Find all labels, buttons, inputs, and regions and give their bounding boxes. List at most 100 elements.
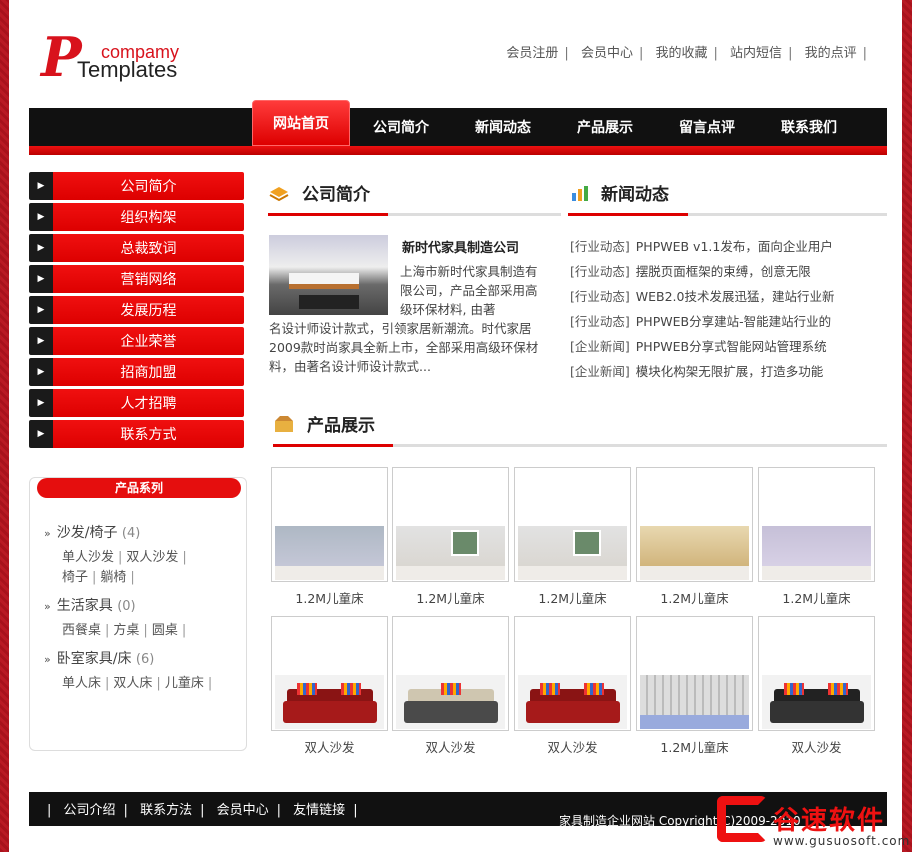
product-card[interactable]: 1.2M儿童床 bbox=[636, 467, 753, 607]
product-card[interactable]: 双人沙发 bbox=[514, 616, 631, 756]
box-icon bbox=[275, 416, 293, 432]
arrow-icon: ▶ bbox=[29, 296, 53, 324]
subcategory-link[interactable]: 方桌 bbox=[113, 623, 139, 638]
subcategory-link[interactable]: 单人沙发 bbox=[62, 550, 114, 565]
product-categories: 产品系列 » 沙发/椅子 (4) 单人沙发 | 双人沙发 | 椅子 | 躺椅 | » 生活家具 … bbox=[29, 477, 247, 751]
news-category: [行业动态] bbox=[570, 264, 630, 279]
logo-mark: P bbox=[41, 25, 82, 89]
nav-home[interactable]: 网站首页 bbox=[252, 100, 350, 146]
product-caption: 1.2M儿童床 bbox=[660, 591, 729, 606]
product-image bbox=[518, 526, 627, 580]
subcategory-link[interactable]: 双人床 bbox=[113, 676, 152, 691]
subcategory-link[interactable]: 儿童床 bbox=[165, 676, 204, 691]
product-card[interactable]: 1.2M儿童床 bbox=[392, 467, 509, 607]
news-item[interactable]: [企业新闻] PHPWEB分享式智能网站管理系统 bbox=[570, 337, 890, 362]
sep: | bbox=[105, 623, 110, 638]
sep: | bbox=[143, 623, 148, 638]
product-card[interactable]: 双人沙发 bbox=[758, 616, 875, 756]
news-category: [行业动态] bbox=[570, 239, 630, 254]
main-nav: 网站首页 公司简介 新闻动态 产品展示 留言点评 联系我们 bbox=[252, 100, 860, 146]
toplink-messages[interactable]: 站内短信 bbox=[730, 46, 782, 61]
news-item[interactable]: [行业动态] 摆脱页面框架的束缚，创意无限 bbox=[570, 262, 890, 287]
product-image bbox=[396, 526, 505, 580]
news-item[interactable]: [行业动态] PHPWEB分享建站-智能建站行业的 bbox=[570, 312, 890, 337]
product-caption: 1.2M儿童床 bbox=[660, 740, 729, 755]
product-image bbox=[275, 675, 384, 729]
sidebar-item-contact[interactable]: ▶ 联系方式 bbox=[29, 420, 244, 448]
sep: | bbox=[276, 803, 282, 818]
product-image bbox=[762, 526, 871, 580]
arrow-icon: ▶ bbox=[29, 265, 53, 293]
category-count: (0) bbox=[117, 599, 136, 614]
watermark-text: 谷速软件 bbox=[773, 806, 886, 836]
sidebar-item-jobs[interactable]: ▶ 人才招聘 bbox=[29, 389, 244, 417]
category-name: 生活家具 bbox=[56, 598, 113, 614]
sep: | bbox=[182, 550, 187, 565]
nav-products[interactable]: 产品展示 bbox=[554, 100, 656, 146]
footer-link-contact[interactable]: 联系方法 bbox=[140, 803, 192, 818]
sidebar-item-honors[interactable]: ▶ 企业荣誉 bbox=[29, 327, 244, 355]
nav-guestbook[interactable]: 留言点评 bbox=[656, 100, 758, 146]
product-card[interactable]: 1.2M儿童床 bbox=[271, 467, 388, 607]
category-name: 卧室家具/床 bbox=[56, 651, 132, 667]
site-logo[interactable]: P compamy Templates bbox=[39, 28, 209, 88]
footer-link-member[interactable]: 会员中心 bbox=[217, 803, 269, 818]
heading-underline bbox=[273, 444, 887, 447]
sidebar-item-structure[interactable]: ▶ 组织构架 bbox=[29, 203, 244, 231]
footer-link-about[interactable]: 公司介绍 bbox=[64, 803, 116, 818]
product-image bbox=[396, 675, 505, 729]
about-title[interactable]: 新时代家具制造公司 bbox=[402, 237, 519, 256]
sidebar-item-label: 招商加盟 bbox=[53, 358, 244, 386]
sidebar-item-history[interactable]: ▶ 发展历程 bbox=[29, 296, 244, 324]
sep: | bbox=[200, 803, 205, 818]
news-title: PHPWEB v1.1发布，面向企业用户 bbox=[635, 239, 833, 254]
category-group[interactable]: » 卧室家具/床 (6) bbox=[44, 648, 154, 668]
nav-news[interactable]: 新闻动态 bbox=[452, 100, 554, 146]
sep: | bbox=[353, 803, 358, 818]
subcategory-link[interactable]: 圆桌 bbox=[152, 623, 178, 638]
top-links: 会员注册 | 会员中心 | 我的收藏 | 站内短信 | 我的点评 | bbox=[498, 42, 867, 61]
toplink-register[interactable]: 会员注册 bbox=[506, 46, 558, 61]
subcategory-link[interactable]: 单人床 bbox=[62, 676, 101, 691]
category-name: 沙发/椅子 bbox=[56, 525, 118, 541]
product-image bbox=[640, 526, 749, 580]
about-heading: 公司简介 bbox=[268, 180, 561, 216]
category-subs: 单人沙发 | 双人沙发 | 椅子 | 躺椅 | bbox=[62, 548, 232, 588]
arrow-icon: ▶ bbox=[29, 234, 53, 262]
sidebar-item-franchise[interactable]: ▶ 招商加盟 bbox=[29, 358, 244, 386]
double-arrow-icon: » bbox=[44, 600, 51, 613]
toplink-favorites[interactable]: 我的收藏 bbox=[656, 46, 708, 61]
news-title: 摆脱页面框架的束缚，创意无限 bbox=[635, 264, 811, 279]
category-group[interactable]: » 生活家具 (0) bbox=[44, 595, 136, 615]
nav-about[interactable]: 公司简介 bbox=[350, 100, 452, 146]
sidebar-item-about[interactable]: ▶ 公司简介 bbox=[29, 172, 244, 200]
subcategory-link[interactable]: 双人沙发 bbox=[126, 550, 178, 565]
arrow-icon: ▶ bbox=[29, 389, 53, 417]
product-card[interactable]: 1.2M儿童床 bbox=[514, 467, 631, 607]
subcategory-link[interactable]: 躺椅 bbox=[100, 570, 126, 585]
news-title: PHPWEB分享建站-智能建站行业的 bbox=[635, 314, 832, 329]
category-group[interactable]: » 沙发/椅子 (4) bbox=[44, 522, 140, 542]
subcategory-link[interactable]: 椅子 bbox=[62, 570, 88, 585]
news-item[interactable]: [行业动态] WEB2.0技术发展迅猛，建站行业新 bbox=[570, 287, 890, 312]
sep: | bbox=[788, 46, 793, 61]
subcategory-link[interactable]: 西餐桌 bbox=[62, 623, 101, 638]
nav-contact[interactable]: 联系我们 bbox=[758, 100, 860, 146]
product-image bbox=[518, 675, 627, 729]
product-card[interactable]: 1.2M儿童床 bbox=[636, 616, 753, 756]
product-card[interactable]: 双人沙发 bbox=[392, 616, 509, 756]
toplink-member-center[interactable]: 会员中心 bbox=[581, 46, 633, 61]
product-card[interactable]: 1.2M儿童床 bbox=[758, 467, 875, 607]
news-title: PHPWEB分享式智能网站管理系统 bbox=[635, 339, 827, 354]
news-item[interactable]: [企业新闻] 模块化构架无限扩展，打造多功能 bbox=[570, 362, 890, 387]
footer-link-friends[interactable]: 友情链接 bbox=[293, 803, 345, 818]
sidebar-item-network[interactable]: ▶ 营销网络 bbox=[29, 265, 244, 293]
product-caption: 1.2M儿童床 bbox=[416, 591, 485, 606]
watermark-logo-icon bbox=[717, 796, 767, 842]
double-arrow-icon: » bbox=[44, 527, 51, 540]
product-card[interactable]: 双人沙发 bbox=[271, 616, 388, 756]
sidebar-item-ceo-message[interactable]: ▶ 总裁致词 bbox=[29, 234, 244, 262]
toplink-reviews[interactable]: 我的点评 bbox=[805, 46, 857, 61]
product-image bbox=[762, 675, 871, 729]
news-item[interactable]: [行业动态] PHPWEB v1.1发布，面向企业用户 bbox=[570, 237, 890, 262]
